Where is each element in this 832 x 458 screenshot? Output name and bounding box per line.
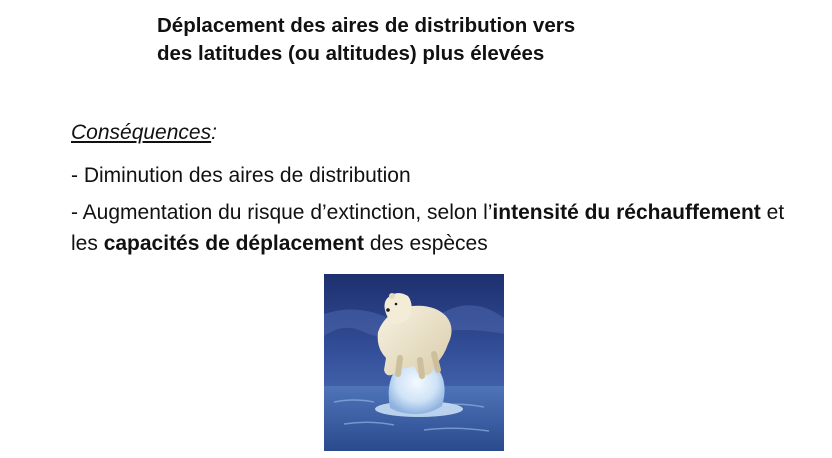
- photo-bear-eye: [394, 302, 398, 306]
- bullet-diminution: - Diminution des aires de distribution: [71, 164, 411, 187]
- photo-bear-ear: [389, 293, 395, 299]
- slide-title-line-2: des latitudes (ou altitudes) plus élevée…: [157, 42, 545, 65]
- polar-bear-photo: [324, 274, 504, 451]
- consequences-heading-colon: :: [211, 121, 217, 144]
- slide-title-line-1: Déplacement des aires de distribution ve…: [157, 14, 576, 37]
- photo-bear-nose: [386, 308, 390, 312]
- slide-title: Déplacement des aires de distribution ve…: [157, 12, 757, 68]
- bullet-augmentation-bold-2: capacités de déplacement: [103, 232, 364, 255]
- bullet-augmentation-bold-1: intensité du réchauffement: [492, 201, 761, 224]
- consequences-heading: Conséquences:: [71, 119, 217, 147]
- bullet-augmentation-text-1: - Augmentation du risque d’extinction, s…: [71, 201, 493, 224]
- bullet-augmentation-text-3: des espèces: [363, 232, 488, 255]
- bullet-augmentation: - Augmentation du risque d’extinction, s…: [71, 197, 791, 259]
- consequences-heading-label: Conséquences: [71, 121, 212, 144]
